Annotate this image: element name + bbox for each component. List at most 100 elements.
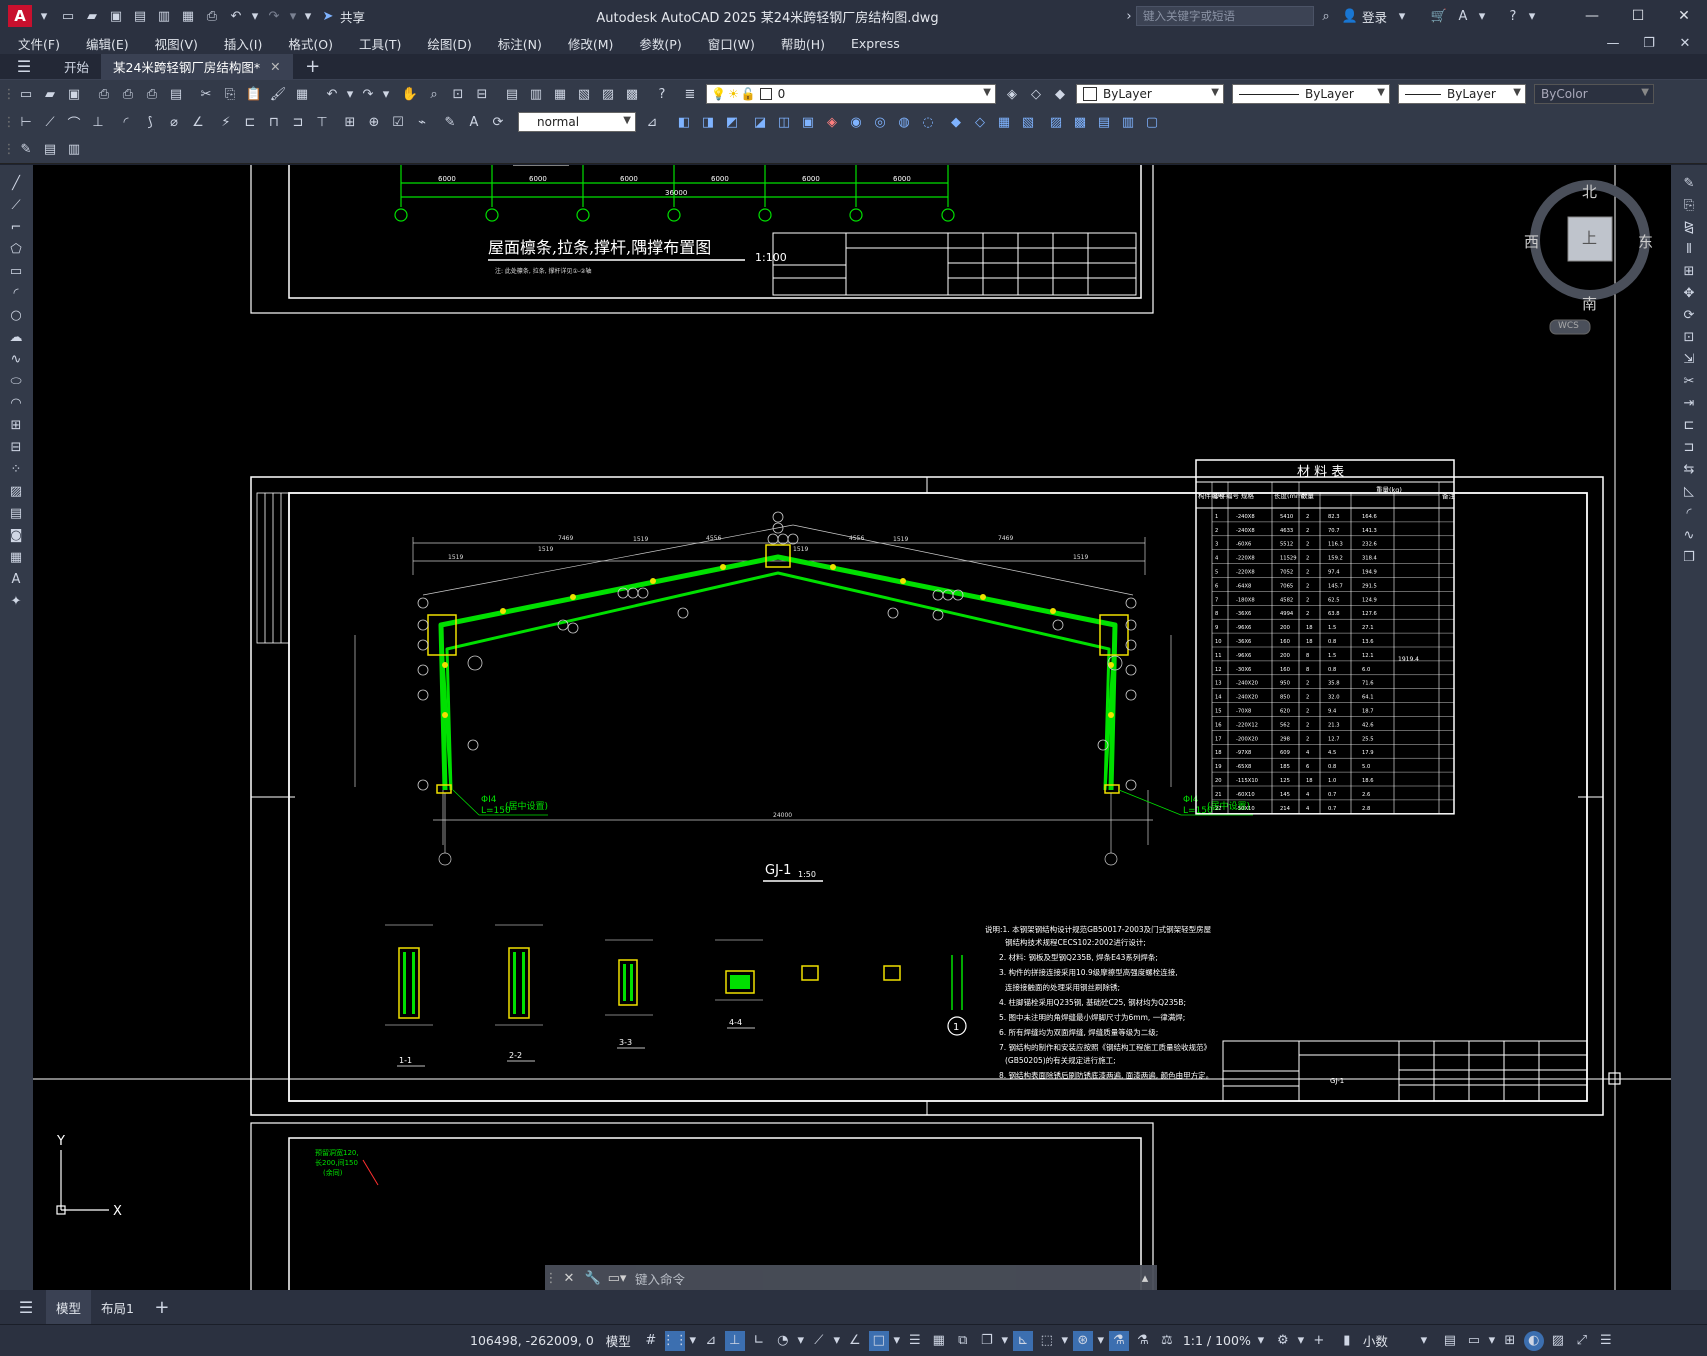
viewcube-east[interactable]: 东 [1638,231,1653,252]
ellipse-arc-icon[interactable]: ◠ [6,393,26,413]
app-menu-chevron-icon[interactable]: ▾ [34,6,54,26]
line-icon[interactable]: ╱ [6,173,26,193]
scale-icon[interactable]: ⊡ [1679,327,1699,347]
modeling-torus-icon[interactable]: ▣ [798,112,818,132]
tab-document[interactable]: 某24米跨轻钢厂房结构图* ✕ [101,53,293,80]
coordinate-readout[interactable]: 106498, -262009, 0 [470,1333,594,1348]
dim-edit-icon[interactable]: ✎ [440,112,460,132]
menu-format[interactable]: 格式(O) [288,34,333,53]
mirror-icon[interactable]: ⧎ [1679,217,1699,237]
cut-icon[interactable]: ✂ [196,84,216,104]
customize-qat-icon[interactable]: ▾ [302,6,314,26]
search-input[interactable]: 键入关键字或短语 [1135,6,1314,26]
explode-icon[interactable]: ❒ [1679,547,1699,567]
redo-tb-dropdown-icon[interactable]: ▾ [382,84,390,104]
layer-combo[interactable]: 💡 ☀ 🔓 0 ▼ [706,84,996,104]
pan-icon[interactable]: ✋ [400,84,420,104]
lock-ui-icon[interactable]: ▭ [1464,1331,1484,1351]
trim-icon[interactable]: ✂ [1679,371,1699,391]
revcloud-icon[interactable]: ☁ [6,327,26,347]
doc-restore-icon[interactable]: ❐ [1639,33,1659,53]
viewcube[interactable]: 北 南 西 东 上 WCS [1520,165,1660,335]
command-close-icon[interactable]: ✕ [559,1268,579,1288]
modeling-helix-icon[interactable]: ◉ [846,112,866,132]
modeling-align3d-icon[interactable]: ▢ [1142,112,1162,132]
modeling-subtract-icon[interactable]: ▨ [1046,112,1066,132]
modeling-revolve-icon[interactable]: ◇ [970,112,990,132]
customization-icon[interactable]: ☰ [1596,1331,1616,1351]
dim-radius-icon[interactable]: ◜ [116,112,136,132]
dim-text-edit-icon[interactable]: A [464,112,484,132]
units-icon[interactable]: ▮ [1337,1331,1357,1351]
polyline-icon[interactable]: ⌐ [6,217,26,237]
workspace-dropdown-icon[interactable]: ▾ [1297,1331,1305,1351]
model-space-canvas[interactable]: 6000 6000 6000 6000 6000 6000 36000 屋面檩条… [33,165,1671,1290]
modeling-sweep-icon[interactable]: ◆ [946,112,966,132]
save-to-web-icon[interactable]: ▦ [178,6,198,26]
menu-dimension[interactable]: 标注(N) [498,34,542,53]
doc-minimize-icon[interactable]: — [1603,33,1623,53]
tab-start[interactable]: 开始 [52,54,101,80]
command-customize-icon[interactable]: 🔧 [583,1268,603,1288]
insert-block-icon[interactable]: ⊞ [6,415,26,435]
tolerance-icon[interactable]: ⊞ [340,112,360,132]
lineweight-icon[interactable]: ☰ [905,1331,925,1351]
designcenter-icon[interactable]: ▥ [526,84,546,104]
offset-icon[interactable]: ⫴ [1679,239,1699,259]
save-tb-icon[interactable]: ▣ [64,84,84,104]
paste-icon[interactable]: 📋 [244,84,264,104]
search-expand-icon[interactable]: › [1124,6,1134,26]
copy-icon[interactable]: ⎘ [220,84,240,104]
properties-icon[interactable]: ▤ [502,84,522,104]
command-history-icon[interactable]: ▴ [1135,1268,1155,1288]
open-from-web-icon[interactable]: ▥ [154,6,174,26]
dim-break-icon[interactable]: ⊤ [312,112,332,132]
sheetset-icon[interactable]: ▧ [574,84,594,104]
move-icon[interactable]: ✥ [1679,283,1699,303]
edit-text-icon[interactable]: ✎ [16,140,36,160]
viewcube-south[interactable]: 南 [1582,293,1597,314]
circle-icon[interactable]: ○ [6,305,26,325]
menu-express[interactable]: Express [851,36,900,51]
annotation-scale-icon[interactable]: ⚖ [1157,1331,1177,1351]
scale-dropdown-icon[interactable]: ▾ [1257,1331,1265,1351]
break-icon[interactable]: ⊐ [1679,437,1699,457]
dim-linear-icon[interactable]: ⊢ [16,112,36,132]
tab-model[interactable]: 模型 [46,1290,92,1324]
toolpalettes-icon[interactable]: ▦ [550,84,570,104]
isodraft-dropdown-icon[interactable]: ▾ [833,1331,841,1351]
viewcube-wcs-menu[interactable]: WCS [1558,321,1579,331]
selection-cycling-icon[interactable]: ⧉ [953,1331,973,1351]
plotstyle-combo[interactable]: ByColor ▼ [1534,84,1654,104]
plot-icon[interactable]: ⎙ [202,6,222,26]
rectangle-icon[interactable]: ▭ [6,261,26,281]
modeling-cone-icon[interactable]: ◩ [722,112,742,132]
viewcube-west[interactable]: 西 [1524,231,1539,252]
lock-ui-dropdown-icon[interactable]: ▾ [1488,1331,1496,1351]
zoom-previous-icon[interactable]: ⊟ [472,84,492,104]
calculator-icon[interactable]: ▩ [622,84,642,104]
menu-insert[interactable]: 插入(I) [224,34,262,53]
app-logo[interactable]: A [8,5,32,27]
selection-filter-icon[interactable]: ⬚ [1037,1331,1057,1351]
undo-dropdown-icon[interactable]: ▾ [250,6,260,26]
new-file-icon[interactable]: ▭ [58,6,78,26]
stretch-icon[interactable]: ⇲ [1679,349,1699,369]
qnew-icon[interactable]: ▭ [16,84,36,104]
zoom-realtime-icon[interactable]: ⌕ [424,84,444,104]
polar-dropdown-icon[interactable]: ▾ [797,1331,805,1351]
modeling-cyl-icon[interactable]: ◫ [774,112,794,132]
preview-icon[interactable]: ⎙ [118,84,138,104]
quick-properties-icon[interactable]: ▤ [1440,1331,1460,1351]
dim-jogged-icon[interactable]: ⟆ [140,112,160,132]
save-icon[interactable]: ▣ [106,6,126,26]
osnap-dropdown-icon[interactable]: ▾ [893,1331,901,1351]
center-mark-icon[interactable]: ⊕ [364,112,384,132]
dim-space-icon[interactable]: ⊐ [288,112,308,132]
menu-parametric[interactable]: 参数(P) [639,34,681,53]
modeling-loft-icon[interactable]: ▦ [994,112,1014,132]
ortho-icon[interactable]: ∟ [749,1331,769,1351]
annotation-monitor-icon[interactable]: + [1309,1331,1329,1351]
polar-icon[interactable]: ◔ [773,1331,793,1351]
3dprint-icon[interactable]: ▤ [166,84,186,104]
